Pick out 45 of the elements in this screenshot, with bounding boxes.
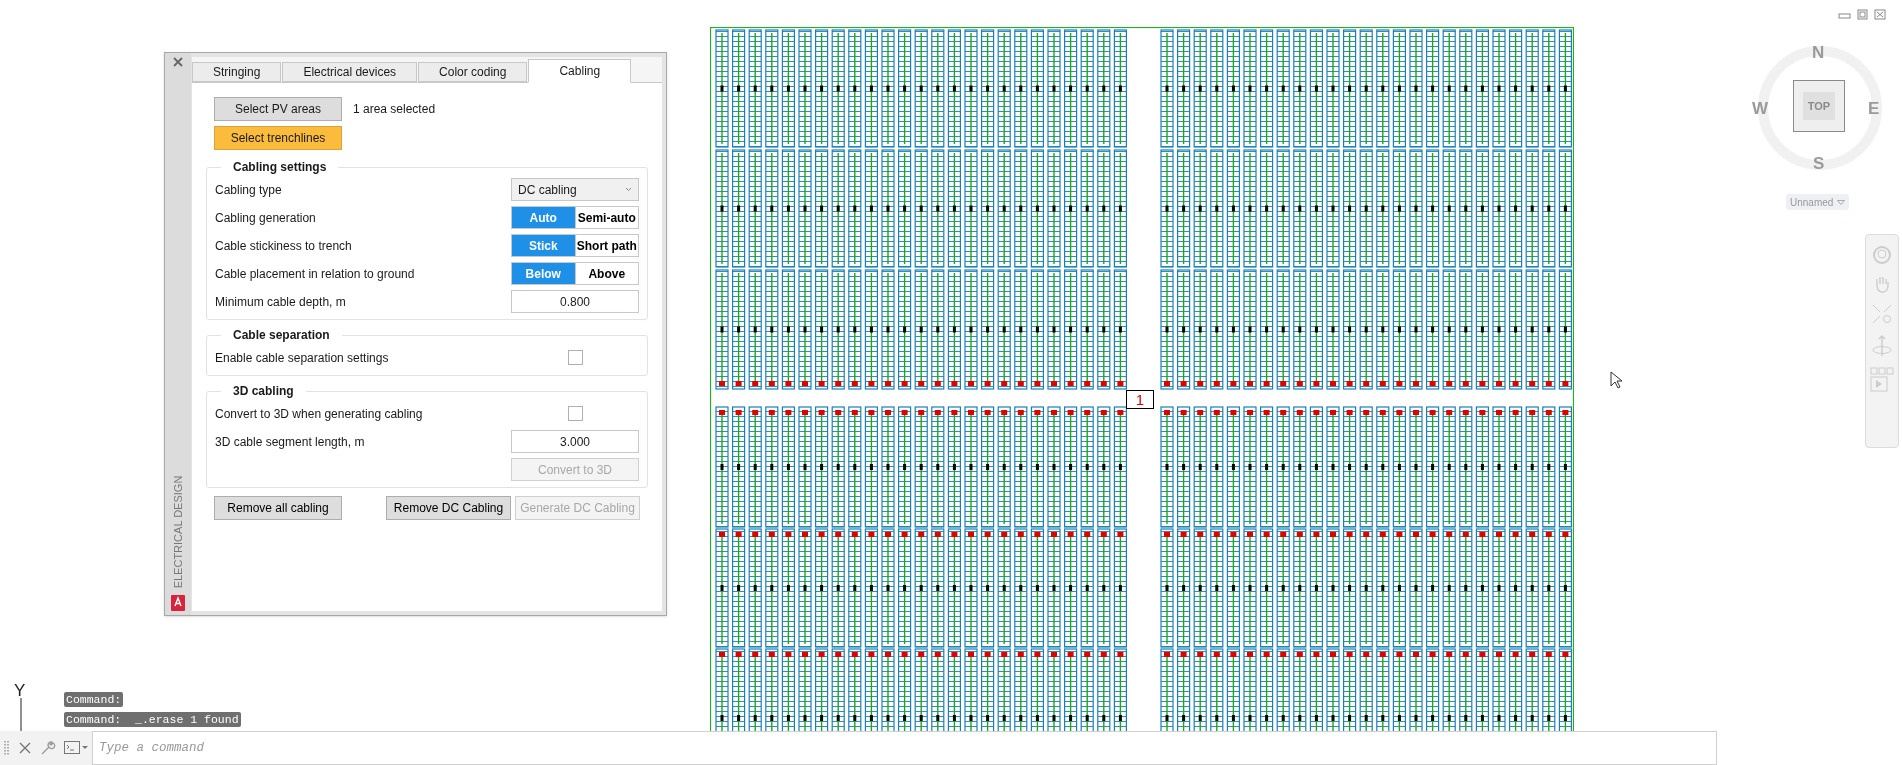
setting-label: Cabling generation	[215, 209, 316, 227]
setting-label: Cable placement in relation to ground	[215, 265, 415, 283]
terminal-icon[interactable]	[64, 741, 88, 755]
select-button[interactable]: Select PV areas	[214, 97, 342, 121]
app-logo-icon	[171, 595, 185, 611]
tab[interactable]: Electrical devices	[282, 62, 418, 82]
close-icon[interactable]	[18, 741, 32, 755]
close-icon[interactable]	[173, 57, 183, 67]
cursor-icon	[1610, 371, 1622, 389]
setting-label: Cable stickiness to trench	[215, 237, 352, 255]
setting-label: 3D cable segment length, m	[215, 433, 365, 451]
command-input[interactable]: Type a command	[92, 731, 1717, 765]
restore-icon[interactable]	[1857, 9, 1868, 20]
show-motion-icon[interactable]	[1870, 367, 1894, 393]
cube-face-label: TOP	[1802, 91, 1836, 121]
caret-icon	[1837, 199, 1846, 205]
group-title: 3D cabling	[232, 383, 295, 400]
checkbox[interactable]	[567, 406, 583, 421]
close-icon[interactable]	[1874, 9, 1886, 20]
action-button[interactable]: Remove DC Cabling	[386, 496, 511, 520]
tab[interactable]: Stringing	[192, 62, 282, 82]
cabling-type-dropdown[interactable]: DC cabling	[511, 178, 639, 201]
select-button[interactable]: Select trenchlines	[214, 126, 342, 150]
setting-label: Convert to 3D when generating cabling	[215, 405, 423, 423]
tab[interactable]: Cabling	[528, 59, 632, 83]
checkbox[interactable]	[567, 350, 583, 365]
number-field[interactable]: 0.800	[511, 290, 639, 313]
action-button[interactable]: Remove all cabling	[214, 496, 342, 520]
orbit-icon[interactable]	[1871, 334, 1893, 358]
selection-status: 1 area selected	[353, 101, 436, 118]
wrench-icon[interactable]	[40, 740, 56, 756]
chevron-down-icon	[625, 187, 632, 192]
palette-side-title: ELECTRICAL DESIGN	[170, 475, 185, 589]
group-title: Cable separation	[232, 327, 331, 344]
setting-label: Enable cable separation settings	[215, 349, 389, 367]
tab[interactable]: Color coding	[418, 62, 528, 82]
group-title: Cabling settings	[232, 159, 328, 176]
steering-wheel-icon[interactable]	[1872, 245, 1892, 265]
setting-label: Minimum cable depth, m	[215, 293, 346, 311]
ucs-axis-label: Y	[14, 680, 26, 702]
zoom-icon[interactable]	[1871, 303, 1893, 325]
area-label: 1	[1126, 390, 1154, 409]
setting-label: Cabling type	[215, 181, 282, 199]
grip-icon[interactable]	[4, 740, 10, 756]
number-field[interactable]: 3.000	[511, 430, 639, 453]
